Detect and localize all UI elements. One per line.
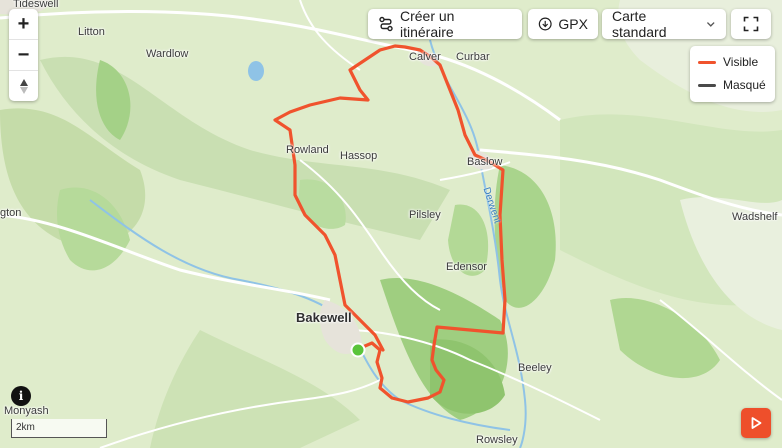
scale-label: 2km [16, 422, 35, 433]
legend-swatch-visible [698, 60, 716, 64]
download-icon [538, 17, 552, 31]
legend-item-visible[interactable]: Visible [698, 55, 758, 69]
route-icon [379, 16, 393, 32]
forest [610, 298, 720, 379]
scale-bar: 2km [11, 419, 107, 438]
gpx-label: GPX [558, 16, 588, 32]
zoom-out-button[interactable]: − [9, 40, 38, 71]
place-label-wadshelf: Wadshelf [732, 211, 778, 223]
hillshade [150, 330, 360, 448]
place-label-beeley: Beeley [518, 362, 552, 374]
compass-north-icon [19, 78, 28, 86]
place-label-rowland: Rowland [286, 144, 329, 156]
fullscreen-icon [743, 16, 759, 32]
play-icon [751, 417, 762, 429]
map-style-value: Carte standard [612, 8, 667, 40]
create-route-label: Créer un itinéraire [400, 8, 455, 40]
place-label-monyash: Monyash [4, 405, 49, 417]
legend-swatch-hidden [698, 83, 716, 87]
zoom-control: + − [9, 9, 38, 101]
place-label-rowsley: Rowsley [476, 434, 518, 446]
compass-south-icon [19, 86, 28, 94]
place-label-litton: Litton [78, 26, 105, 38]
place-label-curbar: Curbar [456, 51, 490, 63]
route-legend: Visible Masqué [690, 46, 775, 102]
place-label-bakewell: Bakewell [296, 310, 352, 325]
create-route-button[interactable]: Créer un itinéraire [368, 8, 522, 40]
chevron-down-icon [707, 22, 716, 27]
map-terrain [0, 0, 782, 448]
map-canvas[interactable]: Tideswell Litton Wardlow Calver Curbar R… [0, 0, 782, 448]
map-style-select[interactable]: Carte standard [602, 8, 726, 40]
legend-label-visible: Visible [723, 55, 759, 69]
place-label-ashford: gton [0, 207, 22, 219]
reservoir [248, 61, 264, 81]
gpx-download-button[interactable]: GPX [528, 9, 598, 39]
place-label-pilsley: Pilsley [409, 209, 441, 221]
place-label-wardlow: Wardlow [146, 48, 189, 60]
legend-label-hidden: Masqué [723, 78, 766, 92]
place-label-edensor: Edensor [446, 261, 487, 273]
place-label-baslow: Baslow [467, 156, 503, 168]
road [299, 0, 361, 71]
place-label-hassop: Hassop [340, 150, 378, 162]
fullscreen-button[interactable] [731, 9, 771, 39]
place-label-calver: Calver [409, 51, 441, 63]
info-icon[interactable]: i [11, 386, 31, 406]
zoom-in-button[interactable]: + [9, 9, 38, 40]
play-flyover-button[interactable] [741, 408, 771, 438]
compass-button[interactable] [9, 71, 38, 101]
legend-item-hidden[interactable]: Masqué [698, 78, 766, 92]
start-marker [350, 342, 366, 358]
